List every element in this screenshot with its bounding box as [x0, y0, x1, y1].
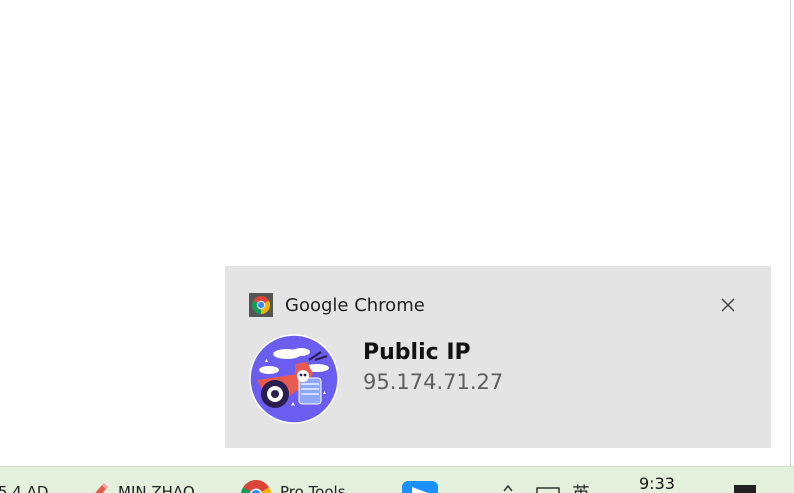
- clock-time[interactable]: 9:33: [639, 474, 675, 493]
- chrome-icon: [240, 479, 272, 493]
- toast-header: Google Chrome: [249, 293, 425, 317]
- taskbar: 5 4 AD MIN ZHAO Pro Tools 英 9:33: [0, 466, 794, 493]
- feishu-icon: [402, 481, 438, 493]
- window-edge: [790, 0, 791, 466]
- close-button[interactable]: [715, 292, 741, 318]
- input-language-indicator[interactable]: 英: [572, 480, 590, 493]
- motorcycle-skeleton-illustration: [249, 334, 339, 424]
- network-icon[interactable]: [536, 487, 560, 493]
- toast-app-name: Google Chrome: [285, 295, 425, 316]
- toast-notification[interactable]: Google Chrome Public IP 95.174.71.27: [225, 266, 771, 448]
- toast-body: 95.174.71.27: [363, 370, 503, 394]
- toast-title: Public IP: [363, 340, 471, 365]
- close-icon: [720, 297, 736, 313]
- chrome-icon: [249, 293, 273, 317]
- pencil-app-icon: [86, 479, 110, 493]
